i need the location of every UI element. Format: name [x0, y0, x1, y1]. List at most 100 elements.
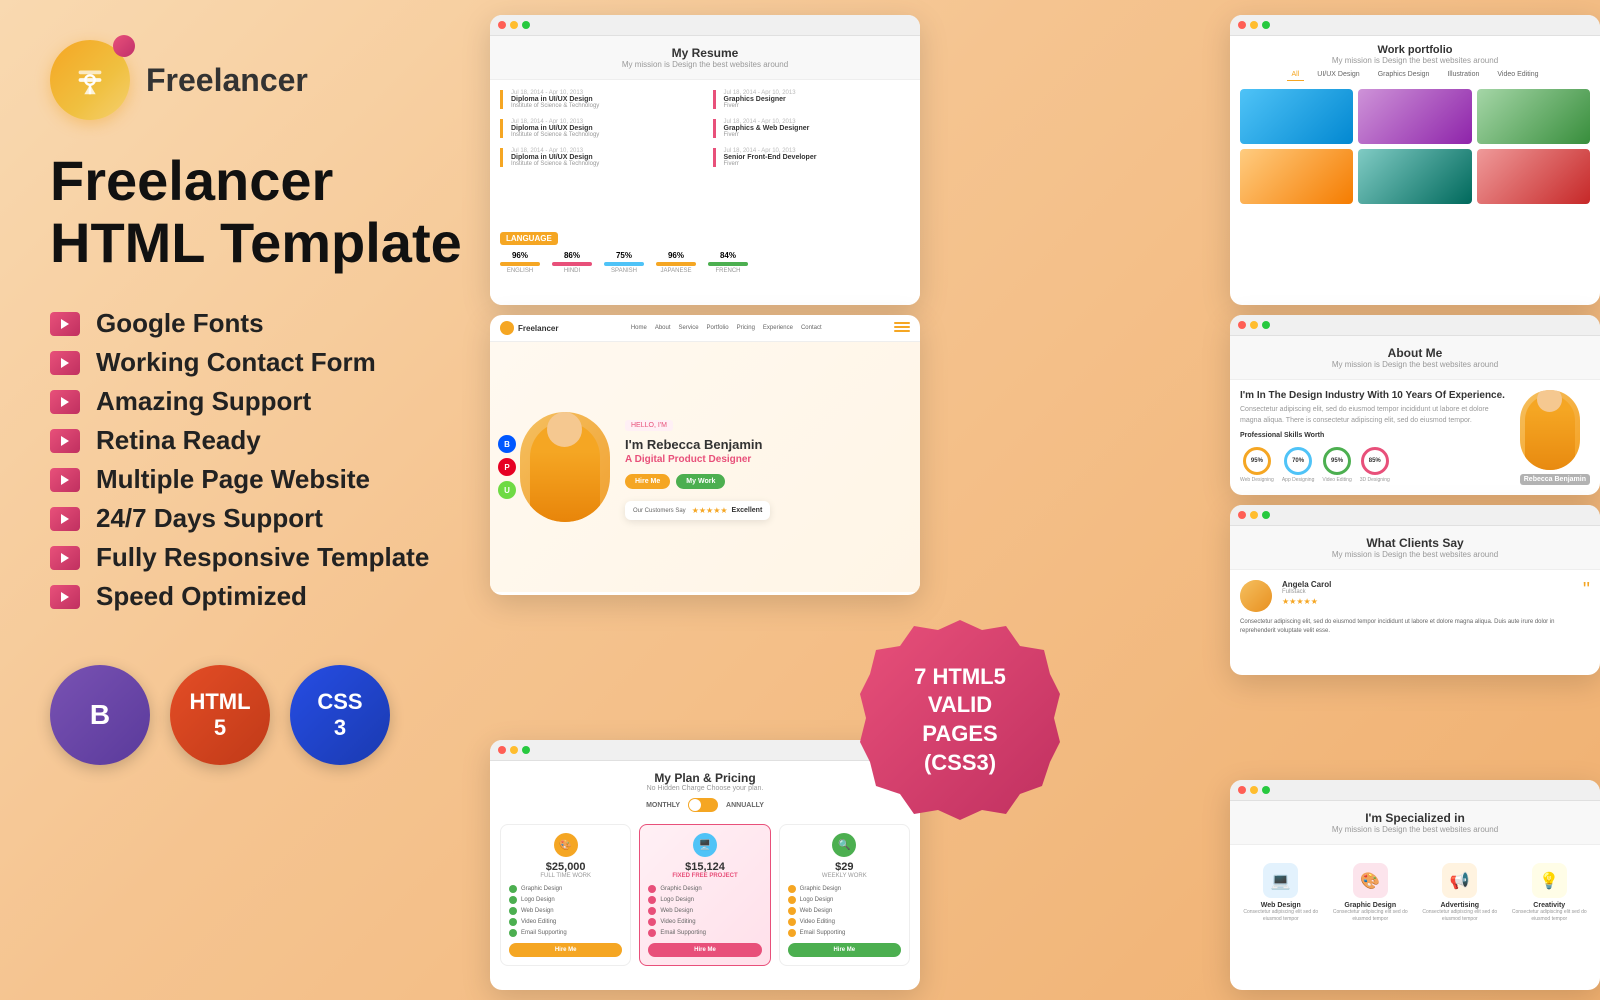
hero-avatar — [520, 412, 610, 522]
skill-video-editing: 95% Video Editing — [1322, 447, 1351, 483]
testimonials-content: Angela Carol Fullstack ★★★★★ " Consectet… — [1230, 570, 1600, 646]
features-list: Google Fonts Working Contact Form Amazin… — [50, 308, 510, 620]
css3-version: 3 — [334, 715, 346, 741]
window-dots-about — [1230, 315, 1600, 336]
specialized-graphic-design: 🎨 Graphic Design Consectetur adipiscing … — [1330, 863, 1412, 923]
portfolio-item-6 — [1477, 149, 1590, 204]
upwork-icon[interactable]: U — [498, 481, 516, 499]
about-avatar-wrap: Rebecca Benjamin — [1520, 390, 1590, 485]
feature-item: Graphic Design — [788, 885, 901, 893]
screenshot-pricing: My Plan & Pricing No Hidden Charge Choos… — [490, 740, 920, 990]
portfolio-tab-illustration[interactable]: Illustration — [1442, 69, 1484, 81]
portfolio-tab-video[interactable]: Video Editing — [1492, 69, 1543, 81]
hero-nav-contact[interactable]: Contact — [801, 325, 822, 331]
web-design-icon: 💻 — [1263, 863, 1298, 898]
testimonial-stars: ★★★★★ — [1282, 597, 1573, 606]
feature-label: Retina Ready — [96, 425, 261, 456]
window-dots-pricing — [490, 740, 920, 761]
social-floats: B P U — [498, 435, 516, 499]
feature-item: Email Supporting — [509, 929, 622, 937]
my-work-button[interactable]: My Work — [676, 474, 725, 489]
resume-subtitle: My mission is Design the best websites a… — [505, 60, 905, 69]
feature-item: Logo Design — [648, 896, 761, 904]
feature-item: Email Supporting — [788, 929, 901, 937]
about-avatar — [1520, 390, 1580, 470]
hero-nav-about[interactable]: About — [655, 325, 671, 331]
dot-green — [522, 21, 530, 29]
screenshot-portfolio: Work portfolio My mission is Design the … — [1230, 15, 1600, 305]
portfolio-tab-graphics[interactable]: Graphics Design — [1373, 69, 1435, 81]
logo-row: Freelancer — [50, 40, 510, 120]
specialized-header: I'm Specialized in My mission is Design … — [1230, 801, 1600, 845]
dot-red — [1238, 511, 1246, 519]
hero-logo-circle — [500, 321, 514, 335]
resume-header: My Resume My mission is Design the best … — [490, 36, 920, 80]
skills-section-label: Professional Skills Worth — [1240, 432, 1510, 439]
hero-nav-links: Home About Service Portfolio Pricing Exp… — [631, 325, 822, 331]
feature-google-fonts: Google Fonts — [50, 308, 510, 339]
hero-person-figure — [530, 422, 600, 522]
feature-speed: Speed Optimized — [50, 581, 510, 612]
lang-japanese: 96% JAPANESE — [656, 251, 696, 274]
skill-app-designing: 70% App Designing — [1282, 447, 1315, 483]
stamp-line3: (CSS3) — [924, 749, 996, 778]
hero-tag: HELLO, I'M — [625, 420, 673, 431]
dot-green — [1262, 321, 1270, 329]
pricing-header: My Plan & Pricing No Hidden Charge Choos… — [490, 761, 920, 824]
feature-bullet-google-fonts — [50, 312, 80, 336]
resume-title: My Resume — [505, 46, 905, 60]
stamp-badge: 7 HTML5 VALID PAGES (CSS3) — [860, 620, 1060, 820]
pricing-price-fixed: $15,124 — [648, 861, 761, 873]
dot-red — [498, 746, 506, 754]
toggle-switch[interactable] — [688, 798, 718, 812]
dot-yellow — [1250, 786, 1258, 794]
pricing-title: My Plan & Pricing — [490, 771, 920, 785]
advertising-icon: 📢 — [1442, 863, 1477, 898]
hire-me-button[interactable]: Hire Me — [625, 474, 670, 489]
hero-nav-service[interactable]: Service — [679, 325, 699, 331]
screenshot-about: About Me My mission is Design the best w… — [1230, 315, 1600, 495]
feature-bullet-support — [50, 390, 80, 414]
feature-item: Web Design — [648, 907, 761, 915]
about-person — [1525, 395, 1575, 470]
toggle-knob — [689, 799, 701, 811]
behance-icon[interactable]: B — [498, 435, 516, 453]
portfolio-nav-wrap: All UI/UX Design Graphics Design Illustr… — [1230, 69, 1600, 81]
pinterest-icon[interactable]: P — [498, 458, 516, 476]
hero-nav-home[interactable]: Home — [631, 325, 647, 331]
feature-item: Graphic Design — [509, 885, 622, 893]
feature-bullet-retina — [50, 429, 80, 453]
hero-nav-pricing[interactable]: Pricing — [737, 325, 755, 331]
feature-item: Email Supporting — [648, 929, 761, 937]
hero-head — [547, 412, 582, 447]
feature-label: 24/7 Days Support — [96, 503, 323, 534]
timeline-item-pink: Jul 18, 2014 - Apr 10, 2013 Senior Front… — [713, 148, 911, 167]
left-panel: Freelancer Freelancer HTML Template Goog… — [0, 0, 560, 1000]
resume-body: Jul 18, 2014 - Apr 10, 2013 Diploma in U… — [490, 80, 920, 305]
stamp-line1: 7 HTML5 — [914, 663, 1006, 692]
excellent-label: Excellent — [732, 507, 763, 514]
hire-me-btn-orange[interactable]: Hire Me — [509, 943, 622, 957]
pricing-features-weekly: Graphic Design Logo Design Web Design Vi… — [788, 885, 901, 937]
hero-nav-experience[interactable]: Experience — [763, 325, 793, 331]
dot-green — [1262, 21, 1270, 29]
portfolio-tab-uiux[interactable]: UI/UX Design — [1312, 69, 1364, 81]
tech-badges: B HTML 5 CSS 3 — [50, 665, 510, 765]
about-subtitle: My mission is Design the best websites a… — [1245, 360, 1585, 369]
advertising-title: Advertising — [1419, 902, 1501, 909]
hire-me-btn-green[interactable]: Hire Me — [788, 943, 901, 957]
feature-label: Multiple Page Website — [96, 464, 370, 495]
skill-ring-web: 95% — [1243, 447, 1271, 475]
resume-timeline: Jul 18, 2014 - Apr 10, 2013 Diploma in U… — [500, 90, 910, 220]
portfolio-tab-all[interactable]: All — [1287, 69, 1305, 81]
hamburger-icon[interactable] — [894, 322, 910, 334]
hire-me-btn-pink[interactable]: Hire Me — [648, 943, 761, 957]
feature-item: Video Editing — [509, 918, 622, 926]
about-name-badge: Rebecca Benjamin — [1520, 474, 1590, 485]
portfolio-item-1 — [1240, 89, 1353, 144]
brand-name: Freelancer — [146, 62, 308, 99]
hero-nav-portfolio[interactable]: Portfolio — [707, 325, 729, 331]
testimonial-item: Angela Carol Fullstack ★★★★★ " — [1240, 580, 1590, 612]
timeline-item-pink: Jul 18, 2014 - Apr 10, 2013 Graphics Des… — [713, 90, 911, 109]
testimonial-avatar — [1240, 580, 1272, 612]
